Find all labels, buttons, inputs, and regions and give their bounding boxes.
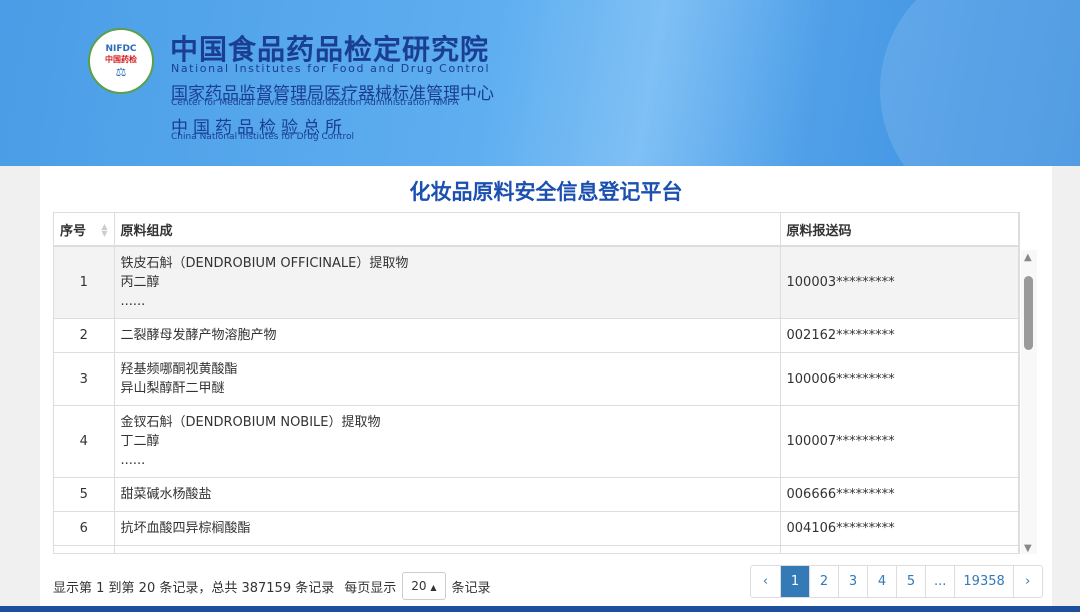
- header-banner: NIFDC 中国药检 ⚖ 中国食品药品检定研究院 National Instit…: [0, 0, 1080, 166]
- scales-icon: ⚖: [115, 64, 127, 79]
- ingredient-line: 铁皮石斛（DENDROBIUM OFFICINALE）提取物: [120, 256, 409, 271]
- row-composition: [114, 545, 781, 553]
- table-row[interactable]: 6 抗坏血酸四异棕榈酸酯 004106*********: [54, 511, 1019, 546]
- per-page-suffix: 条记录: [451, 580, 491, 596]
- table-row[interactable]: [54, 545, 1019, 553]
- row-no: 1: [54, 246, 115, 319]
- row-code: 100006*********: [780, 352, 1019, 406]
- pagination: ‹ 1 2 3 4 5... 19358 ›: [750, 565, 1043, 598]
- next-page-button[interactable]: ›: [1012, 566, 1042, 597]
- logo-sub: 中国药检: [105, 54, 137, 64]
- page-button[interactable]: 3: [838, 566, 867, 597]
- results-table: 序号 ▲ ▼ 原料组成 原料报送码 1 铁皮石斛（DENDROBIUM OFFICIN…: [53, 212, 1020, 554]
- nifdc-logo: NIFDC 中国药检 ⚖: [88, 28, 154, 94]
- row-code: 002162*********: [780, 318, 1019, 353]
- col-header-code: 原料报送码: [780, 213, 1019, 247]
- row-no: [54, 545, 115, 553]
- row-code: 100003*********: [780, 246, 1019, 319]
- row-no: 6: [54, 511, 115, 546]
- ingredient-line: ......: [120, 453, 146, 468]
- row-composition: 甜菜碱水杨酸盐: [114, 477, 781, 512]
- pagination-info: 显示第 1 到第 20 条记录，总共 387159 条记录 每页显示 20 ▲ …: [53, 572, 491, 600]
- page-button[interactable]: 5: [896, 566, 925, 597]
- scroll-down-icon[interactable]: ▼: [1024, 543, 1032, 554]
- page-button[interactable]: ...: [925, 566, 954, 597]
- row-no: 2: [54, 318, 115, 353]
- prev-page-button[interactable]: ‹: [751, 566, 780, 597]
- sort-icon[interactable]: ▲ ▼: [101, 223, 107, 238]
- ingredient-line: 羟基频哪酮视黄酸酯: [120, 362, 238, 377]
- row-composition: 铁皮石斛（DENDROBIUM OFFICINALE）提取物 丙二醇......: [114, 246, 781, 319]
- ingredient-line: 异山梨醇酐二甲醚: [120, 381, 225, 396]
- page-button[interactable]: 4: [867, 566, 896, 597]
- table-row[interactable]: 2 二裂酵母发酵产物溶胞产物 002162*********: [54, 318, 1019, 353]
- row-code: [780, 545, 1019, 553]
- per-page-label: 每页显示: [344, 580, 397, 596]
- ingredient-line: 金钗石斛（DENDROBIUM NOBILE）提取物: [120, 415, 381, 430]
- scrollbar-thumb[interactable]: [1024, 276, 1033, 350]
- ingredient-line: 丁二醇: [120, 434, 160, 449]
- page-button[interactable]: 2: [809, 566, 838, 597]
- row-composition: 金钗石斛（DENDROBIUM NOBILE）提取物 丁二醇......: [114, 405, 781, 478]
- scroll-up-icon[interactable]: ▲: [1024, 252, 1032, 263]
- table-row[interactable]: 3 羟基频哪酮视黄酸酯 异山梨醇酐二甲醚 100006*********: [54, 352, 1019, 406]
- ingredient-line: ......: [120, 294, 146, 309]
- ingredient-line: 甜菜碱水杨酸盐: [120, 487, 212, 502]
- org-sub1-en: Center for Medical Device Standardizatio…: [171, 98, 459, 108]
- org-title-en: National Institutes for Food and Drug Co…: [171, 62, 491, 75]
- col-header-no[interactable]: 序号 ▲ ▼: [54, 213, 115, 247]
- table-row[interactable]: 5 甜菜碱水杨酸盐 006666*********: [54, 477, 1019, 512]
- row-code: 004106*********: [780, 511, 1019, 546]
- bottom-bar: [0, 606, 1080, 612]
- ingredient-line: 丙二醇: [120, 275, 160, 290]
- main-panel: 化妆品原料安全信息登记平台 序号 ▲ ▼ 原料组成 原料报送码 1 铁皮石斛（DEND…: [40, 166, 1052, 606]
- row-no: 3: [54, 352, 115, 406]
- org-sub2-en: China National Instiutes for Drug Contro…: [171, 132, 355, 142]
- col-label: 序号: [60, 223, 87, 239]
- table-scrollbar[interactable]: ▲ ▼: [1021, 250, 1037, 554]
- ingredient-line: 抗坏血酸四异棕榈酸酯: [120, 521, 251, 536]
- page-button[interactable]: 19358: [954, 566, 1012, 597]
- col-header-composition: 原料组成: [114, 213, 781, 247]
- row-code: 006666*********: [780, 477, 1019, 512]
- per-page-select[interactable]: 20 ▲: [402, 572, 446, 600]
- row-no: 4: [54, 405, 115, 478]
- record-count: 显示第 1 到第 20 条记录，总共 387159 条记录: [53, 580, 335, 596]
- row-code: 100007*********: [780, 405, 1019, 478]
- row-composition: 抗坏血酸四异棕榈酸酯: [114, 511, 781, 546]
- page-title: 化妆品原料安全信息登记平台: [409, 180, 683, 204]
- caret-up-icon: ▲: [430, 583, 437, 592]
- logo-text: NIFDC: [105, 43, 137, 54]
- row-composition: 二裂酵母发酵产物溶胞产物: [114, 318, 781, 353]
- table-row[interactable]: 1 铁皮石斛（DENDROBIUM OFFICINALE）提取物 丙二醇......…: [54, 246, 1019, 319]
- row-no: 5: [54, 477, 115, 512]
- table-row[interactable]: 4 金钗石斛（DENDROBIUM NOBILE）提取物 丁二醇...... 1000…: [54, 405, 1019, 478]
- row-composition: 羟基频哪酮视黄酸酯 异山梨醇酐二甲醚: [114, 352, 781, 406]
- per-page-value: 20: [411, 579, 427, 593]
- ingredient-line: 二裂酵母发酵产物溶胞产物: [120, 328, 277, 343]
- page-button[interactable]: 1: [780, 566, 809, 597]
